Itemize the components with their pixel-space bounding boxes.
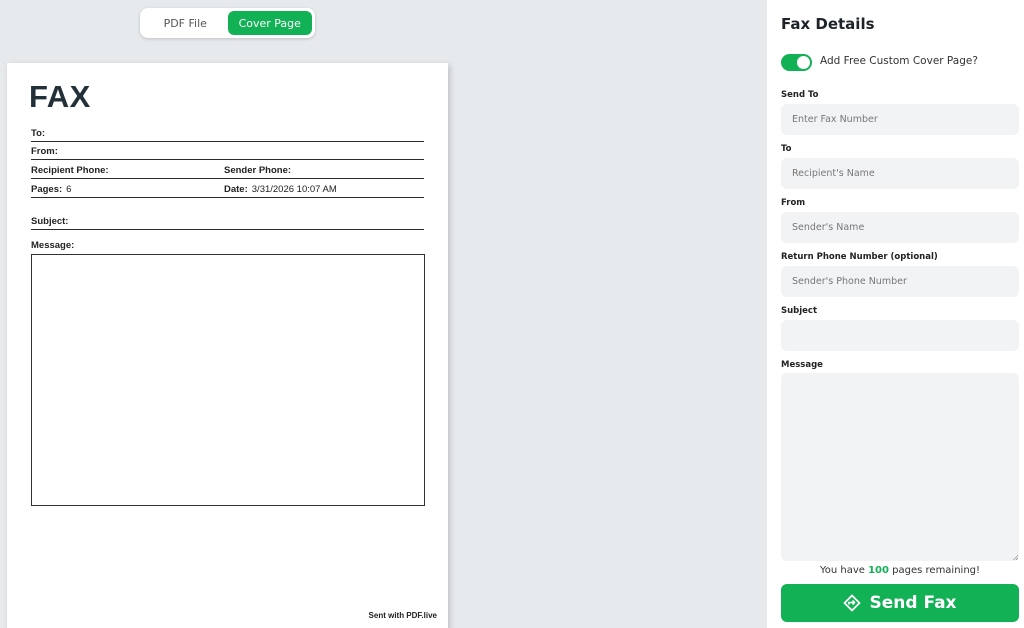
message-textarea[interactable] [781, 373, 1019, 561]
message-label: Message [781, 360, 823, 370]
sender-name-input[interactable] [781, 212, 1019, 243]
fax-message-box [31, 254, 425, 506]
fax-row-phones: Recipient Phone: Sender Phone: [31, 161, 424, 179]
send-fax-button[interactable]: Send Fax [781, 584, 1019, 622]
subject-input[interactable] [781, 320, 1019, 351]
tab-pdf-file[interactable]: PDF File [143, 11, 228, 35]
send-to-input[interactable] [781, 104, 1019, 135]
fax-date-value: 3/31/2026 10:07 AM [251, 184, 337, 195]
fax-pages-value: 6 [66, 184, 72, 195]
pages-remaining-note: You have 100 pages remaining! [781, 565, 1019, 576]
pages-note-suffix: pages remaining! [892, 565, 981, 576]
subject-label: Subject [781, 306, 818, 316]
textarea-resize-handle[interactable] [1012, 554, 1018, 560]
cover-page-toggle[interactable] [781, 54, 812, 71]
send-fax-label: Send Fax [869, 593, 957, 613]
fax-recipient-phone-label: Recipient Phone: [31, 165, 109, 176]
sender-phone-input[interactable] [781, 266, 1019, 297]
fax-row-to: To: [31, 124, 424, 142]
fax-details-panel: Fax Details Add Free Custom Cover Page? … [767, 0, 1024, 628]
recipient-name-input[interactable] [781, 158, 1019, 189]
fax-row-from: From: [31, 142, 424, 160]
fax-footer: Sent with PDF.live [368, 611, 437, 620]
fax-row-pages-date: Pages: 6 Date: 3/31/2026 10:07 AM [31, 180, 424, 198]
fax-subject-label: Subject: [31, 216, 69, 227]
send-to-label: Send To [781, 90, 819, 100]
diamond-arrow-icon [844, 594, 861, 612]
fax-cover-preview: FAX To: From: Recipient Phone: Sender Ph… [7, 63, 448, 628]
panel-title: Fax Details [781, 15, 875, 33]
fax-message-label: Message: [31, 240, 75, 251]
to-label: To [781, 144, 792, 154]
fax-from-label: From: [31, 146, 58, 157]
cover-page-toggle-label: Add Free Custom Cover Page? [820, 55, 978, 67]
tab-cover-page[interactable]: Cover Page [227, 11, 312, 35]
fax-date-label: Date: [224, 184, 248, 195]
fax-pages-label: Pages: [31, 184, 63, 195]
from-label: From [781, 198, 806, 208]
fax-row-subject: Subject: [31, 212, 424, 230]
view-tab-switch: PDF File Cover Page [140, 8, 315, 38]
toggle-knob [797, 56, 810, 69]
fax-title: FAX [29, 79, 91, 114]
fax-to-label: To: [31, 128, 46, 139]
pages-remaining-count: 100 [868, 565, 889, 576]
return-phone-label: Return Phone Number (optional) [781, 252, 938, 262]
pages-note-prefix: You have [819, 565, 865, 576]
fax-sender-phone-label: Sender Phone: [224, 165, 292, 176]
